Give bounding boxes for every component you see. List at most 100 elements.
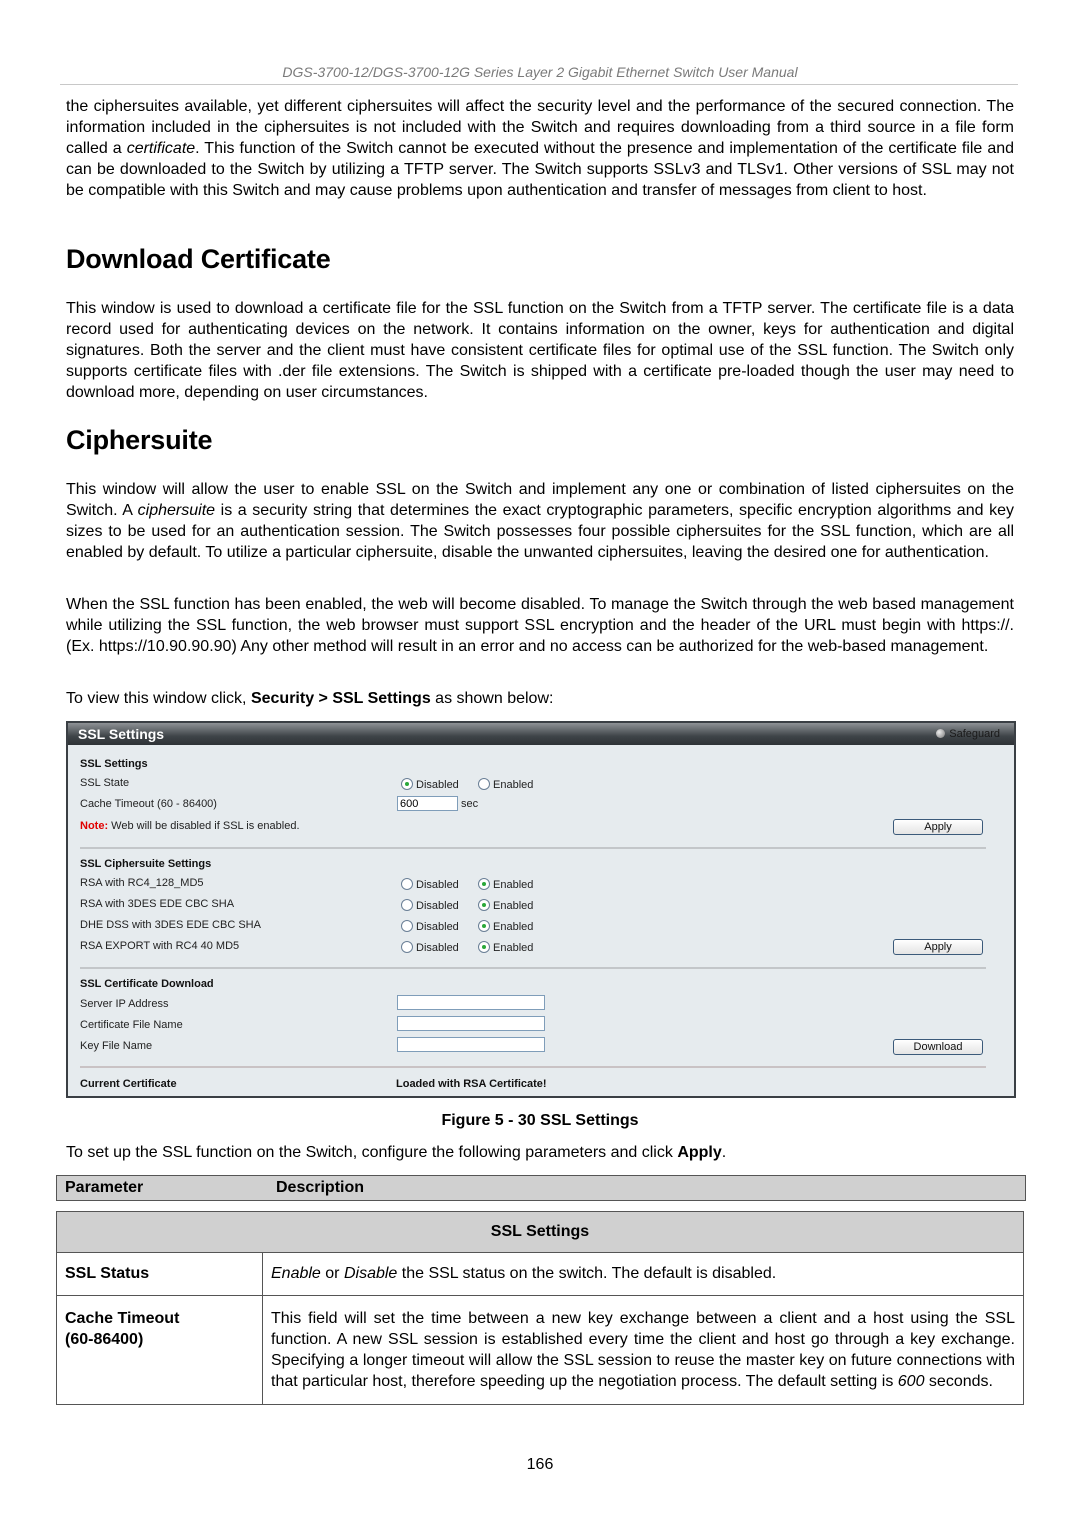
header-description: Description	[268, 1175, 1026, 1201]
table-header-row: Parameter Description	[56, 1175, 1026, 1201]
radio-selected-icon	[478, 920, 490, 932]
text: Cache Timeout	[65, 1310, 180, 1327]
heading-ciphersuite: Ciphersuite	[66, 425, 213, 455]
page-number: 166	[526, 1456, 554, 1473]
ciphersuite-enabled-radio[interactable]: Enabled	[478, 941, 533, 954]
safeguard-label: Safeguard	[949, 728, 1000, 740]
param-ssl-status: SSL Status	[56, 1252, 263, 1296]
radio-unselected-icon	[401, 920, 413, 932]
text: .	[721, 1144, 727, 1161]
section-divider	[80, 847, 986, 849]
key-file-name-label: Key File Name	[80, 1040, 153, 1052]
download-button[interactable]: Download	[893, 1039, 983, 1055]
text: Disable	[343, 1265, 398, 1282]
cache-timeout-input[interactable]: 600	[397, 796, 458, 811]
radio-label: Enabled	[493, 900, 534, 912]
ciphersuite-disabled-radio[interactable]: Disabled	[401, 920, 459, 933]
ssl-note: Note: Web will be disabled if SSL is ena…	[80, 820, 300, 832]
note-text: Web will be disabled if SSL is enabled.	[108, 820, 300, 832]
text: as shown below:	[430, 690, 554, 707]
desc-cache-timeout: This field will set the time between a n…	[262, 1295, 1024, 1405]
ssl-settings-panel: SSL Settings Safeguard SSL Settings SSL …	[66, 721, 1016, 1098]
section-ssl-settings: SSL Settings	[56, 1211, 1024, 1253]
menu-path: Security > SSL Settings	[250, 690, 431, 707]
ciphersuite-name: RSA EXPORT with RC4 40 MD5	[80, 940, 240, 952]
section-divider	[80, 967, 986, 969]
navigation-instruction: To view this window click, Security > SS…	[66, 688, 1014, 709]
text: To set up the SSL function on the Switch…	[66, 1144, 678, 1161]
note-label: Note:	[80, 820, 109, 832]
radio-unselected-icon	[401, 878, 413, 890]
running-header: DGS-3700-12/DGS-3700-12G Series Layer 2 …	[282, 64, 798, 80]
ssl-settings-section-title: SSL Settings	[80, 758, 148, 770]
table-section-row: SSL Settings	[56, 1211, 1024, 1253]
radio-label: Disabled	[416, 879, 459, 891]
radio-label: Enabled	[493, 942, 534, 954]
ciphersuite-disabled-radio[interactable]: Disabled	[401, 899, 459, 912]
safeguard-icon	[936, 729, 946, 738]
ssl-state-enabled-radio[interactable]: Enabled	[478, 778, 533, 791]
ciphersuite-name: RSA with 3DES EDE CBC SHA	[80, 898, 235, 910]
ciphersuite-term: ciphersuite	[137, 502, 216, 519]
radio-unselected-icon	[401, 941, 413, 953]
radio-selected-icon	[478, 941, 490, 953]
radio-selected-icon	[478, 899, 490, 911]
current-certificate-label: Current Certificate	[80, 1078, 177, 1090]
text: To view this window click,	[66, 690, 251, 707]
cache-timeout-unit: sec	[461, 798, 479, 810]
radio-unselected-icon	[478, 778, 490, 790]
setup-instruction: To set up the SSL function on the Switch…	[66, 1142, 1014, 1163]
intro-italic: certificate	[126, 140, 196, 157]
ssl-state-disabled-radio[interactable]: Disabled	[401, 778, 459, 791]
cache-timeout-label: Cache Timeout (60 - 86400)	[80, 798, 217, 810]
server-ip-label: Server IP Address	[80, 998, 169, 1010]
ssl-settings-apply-button[interactable]: Apply	[893, 819, 983, 835]
ciphersuite-enabled-radio[interactable]: Enabled	[478, 920, 533, 933]
ciphersuite-section-title: SSL Ciphersuite Settings	[80, 858, 212, 870]
text: seconds.	[924, 1373, 993, 1390]
radio-label: Enabled	[493, 921, 534, 933]
heading-download-certificate: Download Certificate	[66, 244, 331, 274]
safeguard-indicator[interactable]: Safeguard	[936, 723, 1000, 745]
radio-label: Disabled	[416, 900, 459, 912]
certificate-download-section-title: SSL Certificate Download	[80, 978, 214, 990]
radio-label: Disabled	[416, 921, 459, 933]
ssl-state-label: SSL State	[80, 777, 130, 789]
ciphersuite-apply-button[interactable]: Apply	[893, 939, 983, 955]
param-cache-timeout: Cache Timeout (60-86400)	[56, 1295, 263, 1405]
desc-ssl-status: Enable or Disable the SSL status on the …	[262, 1252, 1024, 1296]
ciphersuite-enabled-radio[interactable]: Enabled	[478, 899, 533, 912]
parameter-header-table: Parameter Description	[56, 1175, 1026, 1201]
apply-term: Apply	[677, 1144, 722, 1161]
ciphersuite-enabled-radio[interactable]: Enabled	[478, 878, 533, 891]
text: or	[320, 1265, 344, 1282]
server-ip-input[interactable]	[397, 995, 545, 1010]
ciphersuite-paragraph-2: When the SSL function has been enabled, …	[66, 596, 1014, 655]
radio-label: Disabled	[416, 779, 459, 791]
radio-label: Enabled	[493, 779, 534, 791]
panel-title: SSL Settings	[78, 726, 165, 742]
ciphersuite-disabled-radio[interactable]: Disabled	[401, 941, 459, 954]
radio-selected-icon	[401, 778, 413, 790]
ciphersuite-paragraph-1: This window will allow the user to enabl…	[66, 479, 1014, 563]
text: the SSL status on the switch. The defaul…	[397, 1265, 777, 1282]
radio-unselected-icon	[401, 899, 413, 911]
header-parameter: Parameter	[56, 1175, 268, 1201]
download-certificate-paragraph: This window is used to download a certif…	[66, 300, 1014, 401]
ciphersuite-name: RSA with RC4_128_MD5	[80, 877, 204, 889]
ciphersuite-name: DHE DSS with 3DES EDE CBC SHA	[80, 919, 261, 931]
table-row: Cache Timeout (60-86400) This field will …	[56, 1295, 1024, 1405]
intro-text-end: . This function of the Switch cannot be …	[66, 140, 1015, 199]
radio-label: Disabled	[416, 942, 459, 954]
key-file-name-input[interactable]	[397, 1037, 545, 1052]
certificate-file-name-input[interactable]	[397, 1016, 545, 1031]
section-divider	[80, 1066, 986, 1068]
ciphersuite-disabled-radio[interactable]: Disabled	[401, 878, 459, 891]
radio-selected-icon	[478, 878, 490, 890]
text: (60-86400)	[65, 1331, 144, 1348]
current-certificate-value: Loaded with RSA Certificate!	[396, 1078, 547, 1090]
panel-title-bar: SSL Settings Safeguard	[68, 723, 1014, 745]
radio-label: Enabled	[493, 879, 534, 891]
certificate-file-name-label: Certificate File Name	[80, 1019, 183, 1031]
text: 600	[897, 1373, 925, 1390]
